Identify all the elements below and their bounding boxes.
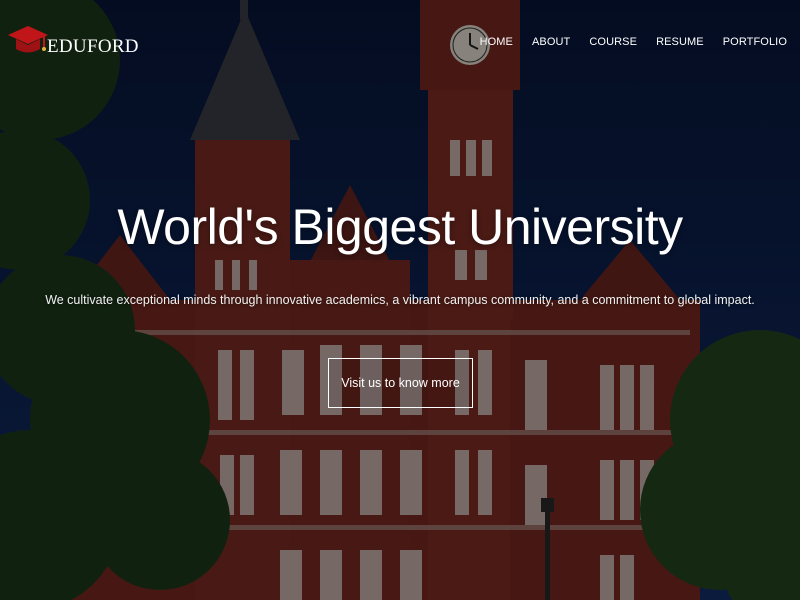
graduation-cap-icon [8,26,48,53]
visit-us-button[interactable]: Visit us to know more [328,358,473,408]
nav-menu: HOME ABOUT COURSE RESUME PORTFOLIO [461,36,787,48]
nav-item-portfolio[interactable]: PORTFOLIO [723,36,787,48]
navbar: EDUFORD HOME ABOUT COURSE RESUME PORTFOL… [0,0,800,90]
hero-section: EDUFORD HOME ABOUT COURSE RESUME PORTFOL… [0,0,800,600]
nav-item-course[interactable]: COURSE [589,36,637,48]
brand-name: EDUFORD [47,36,139,57]
brand-logo[interactable]: EDUFORD [6,22,139,58]
nav-item-resume[interactable]: RESUME [656,36,704,48]
hero-subline: We cultivate exceptional minds through i… [45,293,755,307]
nav-item-home[interactable]: HOME [480,36,513,48]
nav-item-about[interactable]: ABOUT [532,36,570,48]
hero-headline: World's Biggest University [117,199,683,255]
